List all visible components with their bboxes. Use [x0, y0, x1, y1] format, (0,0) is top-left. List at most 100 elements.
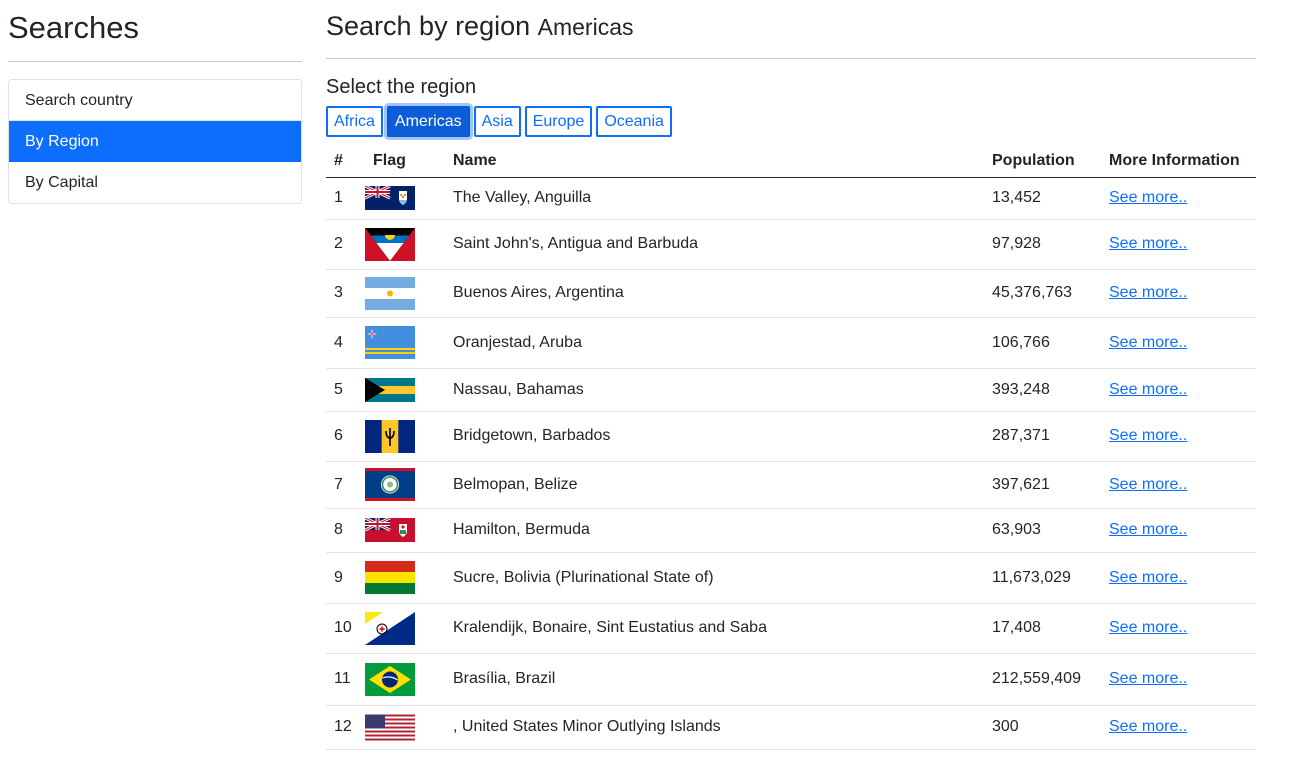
see-more-link[interactable]: See more.. [1109, 569, 1187, 586]
country-name: Belmopan, Belize [445, 461, 984, 509]
table-row: 6 Bridgetown, Barbados 287,371 See more.… [326, 411, 1256, 462]
more-info-cell: See more.. [1101, 177, 1256, 220]
country-name: Bridgetown, Barbados [445, 411, 984, 462]
country-name: Sucre, Bolivia (Plurinational State of) [445, 552, 984, 604]
flag-cell [365, 368, 445, 412]
sidebar-nav: Search country By Region By Capital [8, 79, 302, 204]
flag-cell [365, 177, 445, 220]
sidebar: Searches Search country By Region By Cap… [8, 0, 302, 204]
sidebar-title: Searches [8, 0, 302, 62]
row-number: 5 [326, 368, 365, 412]
country-name: Kralendijk, Bonaire, Sint Eustatius and … [445, 603, 984, 654]
row-number: 4 [326, 317, 365, 369]
population-value: 397,621 [984, 461, 1101, 509]
table-header-row: # Flag Name Population More Information [326, 145, 1256, 178]
region-button-oceania[interactable]: Oceania [596, 106, 672, 137]
see-more-link[interactable]: See more.. [1109, 334, 1187, 351]
see-more-link[interactable]: See more.. [1109, 619, 1187, 636]
see-more-link[interactable]: See more.. [1109, 284, 1187, 301]
region-button-group: Africa Americas Asia Europe Oceania [326, 106, 1256, 137]
row-number: 11 [326, 653, 365, 706]
more-info-cell: See more.. [1101, 368, 1256, 412]
header-flag: Flag [365, 145, 445, 178]
more-info-cell: See more.. [1101, 508, 1256, 553]
table-row: 1 The Valley, Anguilla 13,452 See more.. [326, 177, 1256, 220]
table-row: 7 Belmopan, Belize 397,621 See more.. [326, 461, 1256, 509]
more-info-cell: See more.. [1101, 461, 1256, 509]
see-more-link[interactable]: See more.. [1109, 427, 1187, 444]
see-more-link[interactable]: See more.. [1109, 476, 1187, 493]
table-row: 4 Oranjestad, Aruba 106,766 See more.. [326, 317, 1256, 369]
flag-cell [365, 219, 445, 270]
more-info-cell: See more.. [1101, 603, 1256, 654]
see-more-link[interactable]: See more.. [1109, 235, 1187, 252]
flag-barbados-icon [365, 419, 415, 453]
population-value: 300 [984, 705, 1101, 750]
row-number: 2 [326, 219, 365, 270]
sidebar-item-by-region[interactable]: By Region [9, 121, 301, 162]
flag-cell [365, 508, 445, 553]
country-name: Buenos Aires, Argentina [445, 269, 984, 318]
more-info-cell: See more.. [1101, 219, 1256, 270]
see-more-link[interactable]: See more.. [1109, 189, 1187, 206]
region-button-asia[interactable]: Asia [473, 106, 521, 137]
main-content: Search by region Americas Select the reg… [326, 0, 1256, 750]
region-button-americas[interactable]: Americas [386, 106, 470, 137]
population-value: 287,371 [984, 411, 1101, 462]
row-number: 10 [326, 603, 365, 654]
table-row: 9 Sucre, Bolivia (Plurinational State of… [326, 552, 1256, 604]
country-name: Brasília, Brazil [445, 653, 984, 706]
population-value: 11,673,029 [984, 552, 1101, 604]
row-number: 1 [326, 177, 365, 220]
region-select-label: Select the region [326, 76, 477, 98]
flag-bolivia-icon [365, 561, 415, 594]
region-button-europe[interactable]: Europe [524, 106, 593, 137]
flag-brazil-icon [365, 662, 415, 696]
population-value: 45,376,763 [984, 269, 1101, 318]
population-value: 13,452 [984, 177, 1101, 220]
table-row: 11 Brasília, Brazil 212,559,409 See more… [326, 653, 1256, 706]
flag-cell [365, 653, 445, 706]
country-name: Saint John's, Antigua and Barbuda [445, 219, 984, 270]
table-row: 8 Hamilton, Bermuda 63,903 See more.. [326, 508, 1256, 553]
see-more-link[interactable]: See more.. [1109, 381, 1187, 398]
row-number: 6 [326, 411, 365, 462]
country-name: The Valley, Anguilla [445, 177, 984, 220]
table-row: 5 Nassau, Bahamas 393,248 See more.. [326, 368, 1256, 412]
flag-cell [365, 705, 445, 750]
more-info-cell: See more.. [1101, 317, 1256, 369]
see-more-link[interactable]: See more.. [1109, 670, 1187, 687]
row-number: 12 [326, 705, 365, 750]
table-row: 2 Saint John's, Antigua and Barbuda 97,9… [326, 219, 1256, 270]
country-name: , United States Minor Outlying Islands [445, 705, 984, 750]
population-value: 17,408 [984, 603, 1101, 654]
row-number: 3 [326, 269, 365, 318]
region-button-africa[interactable]: Africa [326, 106, 383, 137]
row-number: 7 [326, 461, 365, 509]
flag-cell [365, 461, 445, 509]
see-more-link[interactable]: See more.. [1109, 718, 1187, 735]
flag-cell [365, 269, 445, 318]
sidebar-item-by-capital[interactable]: By Capital [9, 162, 301, 203]
flag-bonaire-icon [365, 611, 415, 645]
table-row: 3 Buenos Aires, Argentina 45,376,763 See… [326, 269, 1256, 318]
page-title: Search by region Americas [326, 0, 1256, 59]
flag-aruba-icon [365, 326, 415, 359]
population-value: 106,766 [984, 317, 1101, 369]
population-value: 212,559,409 [984, 653, 1101, 706]
sidebar-item-search-country[interactable]: Search country [9, 80, 301, 121]
flag-cell [365, 317, 445, 369]
flag-cell [365, 411, 445, 462]
table-row: 12 , United States Minor Outlying Island… [326, 705, 1256, 750]
header-name: Name [445, 145, 984, 178]
more-info-cell: See more.. [1101, 705, 1256, 750]
population-value: 97,928 [984, 219, 1101, 270]
row-number: 9 [326, 552, 365, 604]
country-name: Oranjestad, Aruba [445, 317, 984, 369]
page-title-region: Americas [537, 14, 634, 40]
see-more-link[interactable]: See more.. [1109, 521, 1187, 538]
more-info-cell: See more.. [1101, 269, 1256, 318]
countries-table: # Flag Name Population More Information … [326, 145, 1256, 750]
flag-cell [365, 603, 445, 654]
population-value: 393,248 [984, 368, 1101, 412]
